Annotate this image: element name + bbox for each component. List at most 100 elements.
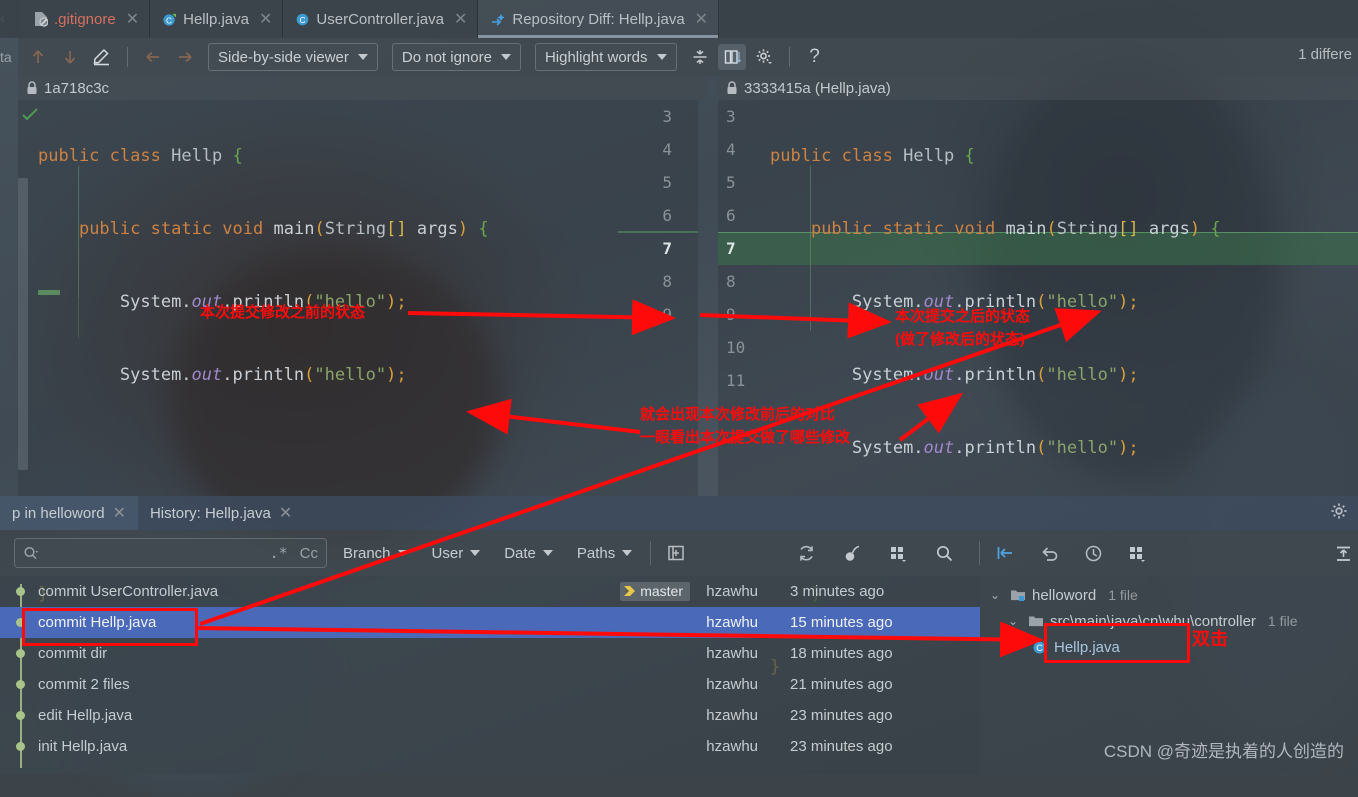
cherry-pick-icon[interactable] bbox=[837, 539, 867, 567]
help-icon[interactable]: ? bbox=[801, 44, 829, 70]
ignore-mode-label: Do not ignore bbox=[401, 48, 492, 66]
go-to-hash-icon[interactable] bbox=[990, 539, 1020, 567]
edit-source-icon[interactable] bbox=[88, 44, 116, 70]
commit-node-icon bbox=[16, 742, 25, 751]
editor-tab-usercontroller-java[interactable]: C UserController.java ✕ bbox=[283, 0, 479, 38]
line-number: 4 bbox=[662, 140, 672, 159]
clock-icon[interactable] bbox=[1078, 539, 1108, 567]
commit-subject: commit 2 files bbox=[38, 676, 130, 693]
branch-label-wrap: master bbox=[620, 582, 690, 601]
java-class-icon: C bbox=[162, 12, 177, 27]
filter-user[interactable]: User bbox=[424, 539, 489, 567]
close-icon[interactable]: ✕ bbox=[695, 9, 708, 29]
toggle-side-panes-icon[interactable] bbox=[717, 44, 746, 70]
back-icon[interactable] bbox=[139, 44, 167, 70]
filter-label: Date bbox=[504, 544, 536, 562]
table-row[interactable]: edit Hellp.java hzawhu 23 minutes ago bbox=[0, 700, 980, 731]
commit-subject: commit dir bbox=[38, 645, 108, 662]
chevron-down-icon[interactable]: ⌄ bbox=[1008, 614, 1022, 628]
table-row[interactable]: init Hellp.java hzawhu 23 minutes ago bbox=[0, 731, 980, 762]
annotation-double-click: 双击 bbox=[1192, 629, 1228, 649]
editor-tab-gitignore[interactable]: .gitignore ✕ bbox=[22, 0, 151, 38]
filter-date[interactable]: Date bbox=[496, 539, 561, 567]
close-icon[interactable]: ✕ bbox=[126, 9, 139, 29]
diff-pane-left[interactable]: public class Hellp { public static void … bbox=[18, 100, 698, 604]
filter-label: Branch bbox=[343, 544, 391, 562]
line-number: 6 bbox=[662, 206, 672, 225]
commit-node-icon bbox=[16, 711, 25, 720]
bottom-tab-history[interactable]: History: Hellp.java ✕ bbox=[138, 496, 304, 530]
filter-branch[interactable]: Branch bbox=[335, 539, 416, 567]
annotation-box-commit-row bbox=[22, 608, 198, 646]
module-folder-icon bbox=[1010, 588, 1026, 602]
tree-node-module[interactable]: ⌄ helloword 1 file bbox=[980, 582, 1358, 608]
close-icon[interactable]: ✕ bbox=[259, 9, 272, 29]
editor-tab-label: Hellp.java bbox=[183, 10, 249, 28]
right-revision-header: 3333415a (Hellp.java) bbox=[718, 76, 1358, 100]
svg-text:C: C bbox=[300, 14, 306, 24]
filter-paths[interactable]: Paths bbox=[569, 539, 640, 567]
bottom-tab-log[interactable]: p in helloword ✕ bbox=[0, 496, 138, 530]
group-icon[interactable] bbox=[1122, 539, 1152, 567]
chevron-down-icon bbox=[397, 550, 408, 556]
next-difference-icon[interactable] bbox=[56, 44, 84, 70]
toolbar-separator bbox=[127, 47, 128, 67]
editor-tab-repository-diff[interactable]: Repository Diff: Hellp.java ✕ bbox=[478, 0, 720, 38]
right-revision-label: 3333415a (Hellp.java) bbox=[744, 79, 891, 97]
annotation-after-state-line2: (做了修改后的状态) bbox=[895, 331, 1025, 348]
viewer-mode-label: Side-by-side viewer bbox=[218, 48, 349, 66]
match-case-toggle[interactable]: Cc bbox=[300, 545, 318, 562]
gear-icon[interactable] bbox=[1330, 502, 1348, 525]
code-line: System.out.println("hello"); bbox=[851, 292, 1139, 312]
collapse-unchanged-fragments-icon[interactable] bbox=[686, 44, 714, 70]
chevron-down-icon bbox=[656, 54, 667, 60]
table-row[interactable]: commit 2 files hzawhu 21 minutes ago bbox=[0, 669, 980, 700]
line-number: 11 bbox=[726, 371, 746, 390]
code-line: System.out.println("hello"); bbox=[851, 438, 1139, 458]
bottom-tab-label: p in helloword bbox=[12, 504, 105, 522]
viewer-mode-dropdown[interactable]: Side-by-side viewer bbox=[208, 43, 378, 71]
refresh-icon[interactable] bbox=[791, 539, 821, 567]
line-number: 9 bbox=[662, 305, 672, 324]
ignore-mode-dropdown[interactable]: Do not ignore bbox=[391, 43, 521, 71]
highlight-mode-dropdown[interactable]: Highlight words bbox=[534, 43, 677, 71]
editor-scrollbar-left[interactable] bbox=[18, 178, 28, 470]
show-graph-icon[interactable] bbox=[883, 539, 913, 567]
line-number: 4 bbox=[726, 140, 736, 159]
branch-name: master bbox=[640, 583, 683, 599]
editor-tab-label: Repository Diff: Hellp.java bbox=[512, 10, 685, 28]
close-icon[interactable]: ✕ bbox=[113, 503, 126, 523]
gear-icon[interactable] bbox=[750, 44, 778, 70]
commit-date: 23 minutes ago bbox=[790, 738, 893, 755]
code-line: public static void main(String[] args) { bbox=[810, 219, 1221, 239]
code-line: System.out.println("hello"); bbox=[119, 365, 407, 385]
revert-icon[interactable] bbox=[1034, 539, 1064, 567]
close-icon[interactable]: ✕ bbox=[279, 503, 292, 523]
commit-author: hzawhu bbox=[706, 614, 758, 631]
chevron-down-icon bbox=[542, 550, 553, 556]
expand-collapse-icon[interactable] bbox=[1328, 539, 1358, 567]
regex-toggle[interactable]: .* bbox=[270, 544, 288, 562]
previous-difference-icon[interactable] bbox=[24, 44, 52, 70]
annotation-after-state-line1: 本次提交之后的状态 bbox=[895, 308, 1031, 325]
commit-list[interactable]: commit UserController.java master hzawhu… bbox=[0, 576, 980, 774]
bottom-tool-window-tabs: p in helloword ✕ History: Hellp.java ✕ bbox=[0, 496, 1358, 530]
editor-tab-hellp-java[interactable]: C Hellp.java ✕ bbox=[150, 0, 284, 38]
search-input[interactable]: .* Cc bbox=[14, 538, 327, 568]
find-icon[interactable] bbox=[929, 539, 959, 567]
tree-node-count: 1 file bbox=[1267, 613, 1298, 629]
branch-tag-icon bbox=[623, 585, 636, 597]
chevron-down-icon bbox=[500, 54, 511, 60]
gitignore-file-icon bbox=[34, 11, 48, 27]
search-icon bbox=[23, 546, 40, 561]
forward-icon[interactable] bbox=[171, 44, 199, 70]
editor-tab-label: .gitignore bbox=[54, 10, 116, 28]
line-number: 7 bbox=[662, 239, 672, 258]
annotation-compare-line2: 一眼看出本次提交做了哪些修改 bbox=[640, 429, 851, 446]
add-filter-icon[interactable] bbox=[661, 539, 691, 567]
annotation-box-file-node bbox=[1044, 623, 1190, 663]
table-row[interactable]: commit UserController.java master hzawhu… bbox=[0, 576, 980, 607]
chevron-down-icon[interactable]: ⌄ bbox=[990, 588, 1004, 602]
close-icon[interactable]: ✕ bbox=[454, 9, 467, 29]
editor-tab-strip: .gitignore ✕ C Hellp.java ✕ C UserContro… bbox=[0, 0, 1358, 38]
